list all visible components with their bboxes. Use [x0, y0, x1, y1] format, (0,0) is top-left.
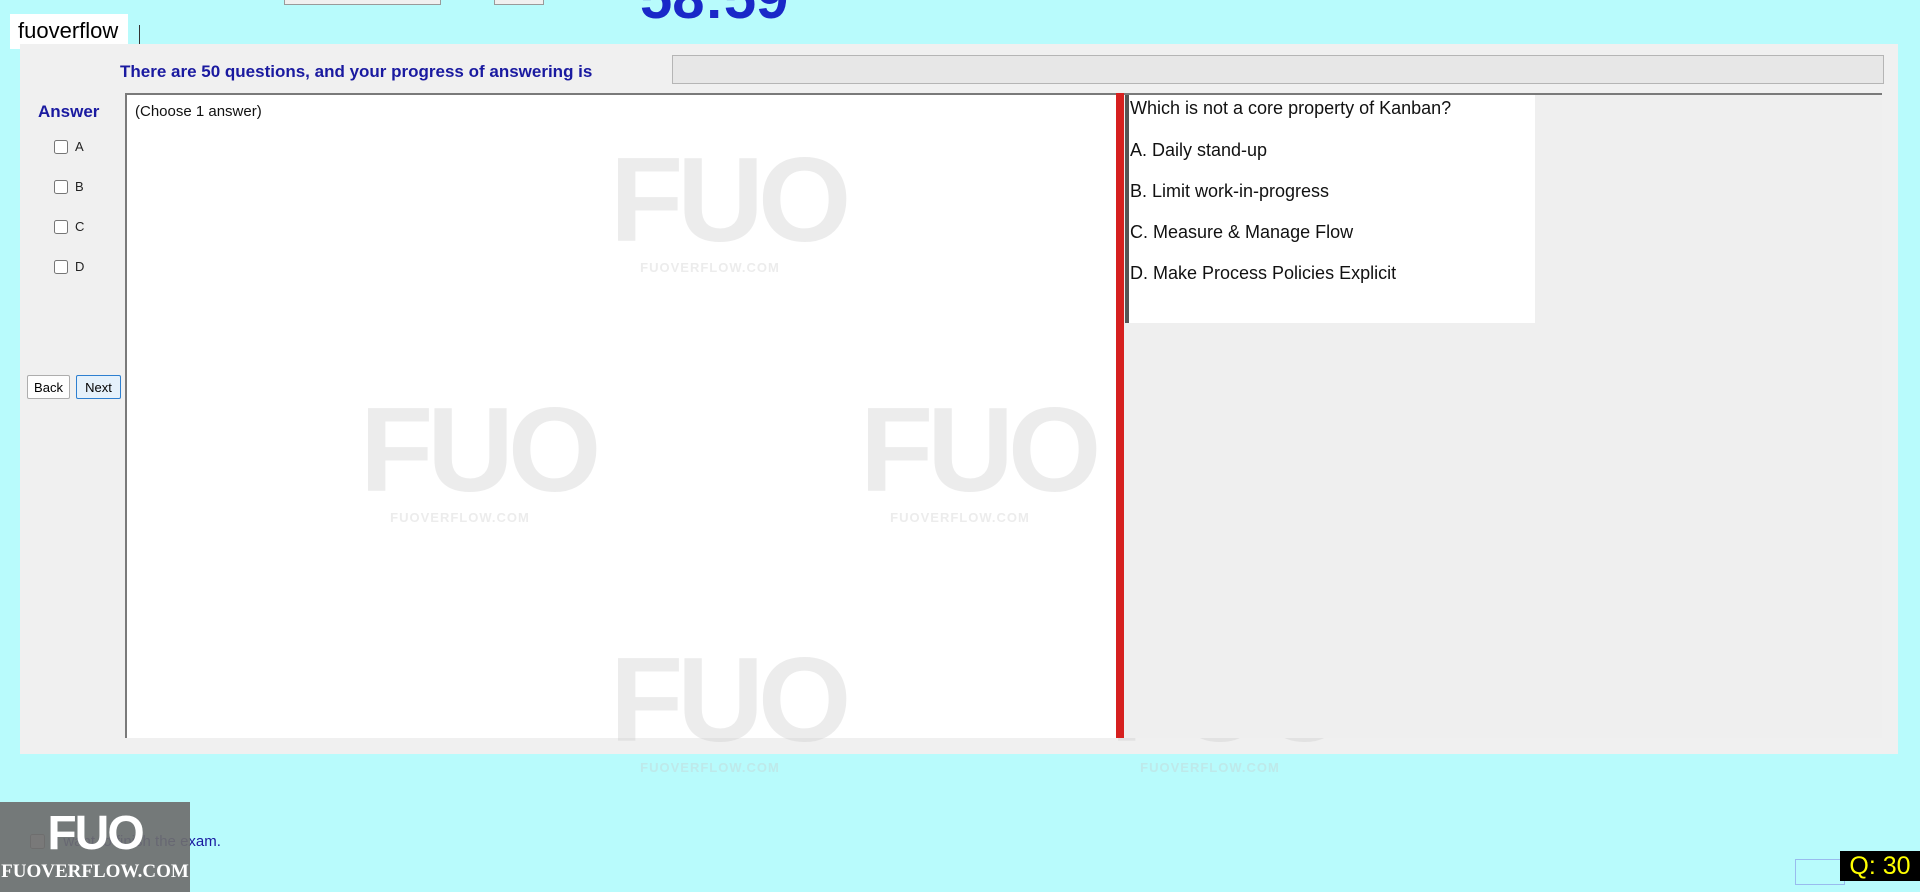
answer-checkbox-d[interactable]	[54, 259, 68, 274]
choose-instruction: (Choose 1 answer)	[135, 103, 262, 120]
watermark: FUO FUOVERFLOW.COM	[860, 383, 1101, 525]
counter-frame	[1795, 859, 1845, 885]
answer-option-label: B	[75, 179, 84, 194]
countdown-timer: 58:59	[640, 0, 788, 28]
question-option-c: C. Measure & Manage Flow	[1130, 222, 1354, 242]
question-option-b: B. Limit work-in-progress	[1130, 181, 1330, 201]
watermark-logo: FUO	[360, 383, 601, 517]
question-text: Which is not a core property of Kanban?	[1130, 98, 1452, 118]
progress-label: There are 50 questions, and your progres…	[120, 62, 593, 81]
answer-option-label: D	[75, 259, 85, 274]
top-dropdown[interactable]	[284, 0, 441, 5]
watermark: FUO FUOVERFLOW.COM	[360, 383, 601, 525]
answer-checkbox-c[interactable]	[54, 219, 68, 234]
back-button[interactable]: Back	[27, 375, 70, 399]
logo-mark: FUO	[47, 807, 144, 860]
splitter[interactable]	[1116, 93, 1124, 738]
top-spinner[interactable]	[494, 0, 544, 5]
next-button[interactable]: Next	[76, 375, 121, 399]
watermark: FUO FUOVERFLOW.COM	[610, 633, 851, 775]
question-box	[1125, 95, 1535, 323]
answer-option-a[interactable]: A	[54, 139, 84, 154]
answer-title: Answer	[38, 102, 100, 121]
answer-option-label: A	[75, 139, 84, 154]
question-option-d: D. Make Process Policies Explicit	[1130, 263, 1397, 283]
answer-option-d[interactable]: D	[54, 259, 84, 274]
answer-option-c[interactable]: C	[54, 219, 84, 234]
answer-checkbox-a[interactable]	[54, 139, 68, 154]
watermark-logo: FUO	[610, 633, 851, 767]
answer-option-b[interactable]: B	[54, 179, 84, 194]
question-counter: Q: 30	[1840, 851, 1920, 881]
question-option-a: A. Daily stand-up	[1130, 140, 1268, 160]
progress-bar	[672, 55, 1884, 84]
fuoverflow-logo: FUO FUOVERFLOW.COM	[0, 802, 190, 892]
logo-text: FUOVERFLOW.COM	[1, 861, 189, 882]
watermark: FUO FUOVERFLOW.COM	[610, 133, 851, 275]
answer-checkbox-b[interactable]	[54, 179, 68, 194]
answer-option-label: C	[75, 219, 85, 234]
watermark-logo: FUO	[860, 383, 1101, 517]
watermark-logo: FUO	[610, 133, 851, 267]
